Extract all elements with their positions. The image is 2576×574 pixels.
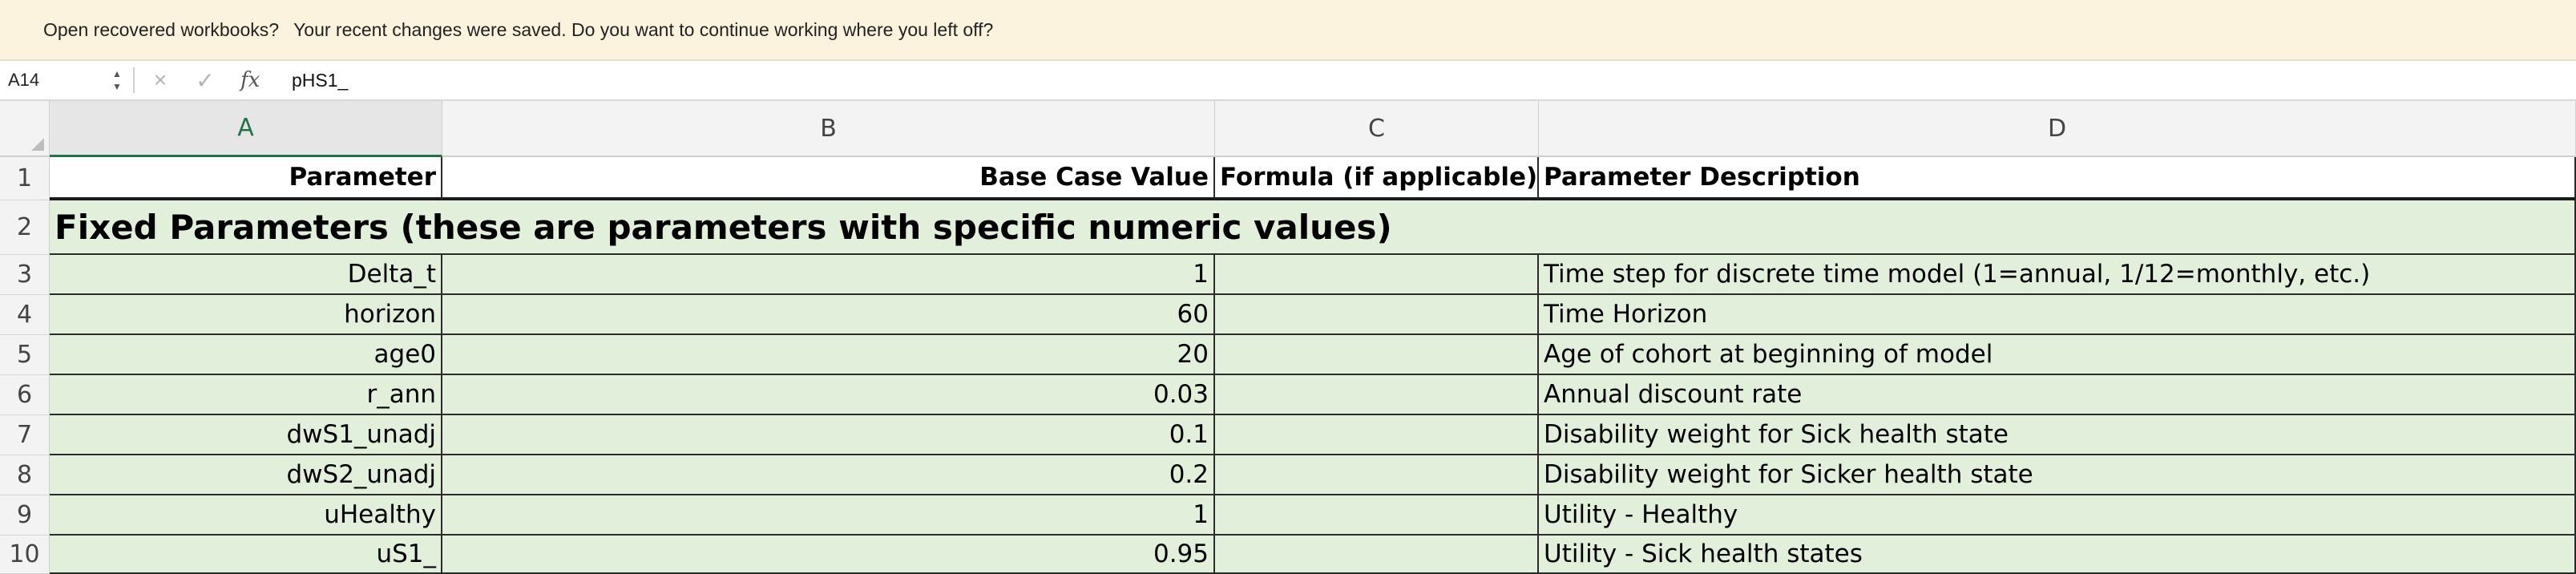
cell-b5[interactable]: 20 — [442, 335, 1215, 375]
row-header[interactable]: 10 — [0, 536, 50, 574]
section-title-cell[interactable]: Fixed Parameters (these are parameters w… — [50, 200, 2576, 255]
cell-d3[interactable]: Time step for discrete time model (1=ann… — [1539, 255, 2576, 295]
table-row: 10 uS1_ 0.95 Utility - Sick health state… — [0, 536, 2576, 574]
cell-d5[interactable]: Age of cohort at beginning of model — [1539, 335, 2576, 375]
cell-a4[interactable]: horizon — [50, 295, 442, 335]
table-row: 7 dwS1_unadj 0.1 Disability weight for S… — [0, 415, 2576, 455]
enter-icon[interactable]: ✓ — [191, 66, 220, 95]
cell-d6[interactable]: Annual discount rate — [1539, 375, 2576, 415]
cell-c3[interactable] — [1215, 255, 1539, 295]
cell-d7[interactable]: Disability weight for Sick health state — [1539, 415, 2576, 455]
row-header[interactable]: 5 — [0, 335, 50, 375]
cell-a7[interactable]: dwS1_unadj — [50, 415, 442, 455]
column-header-d[interactable]: D — [1539, 101, 2576, 157]
formula-bar-divider — [133, 67, 135, 93]
row-header[interactable]: 3 — [0, 255, 50, 295]
column-header-a[interactable]: A — [50, 101, 442, 157]
table-row: 1 Parameter Base Case Value Formula (if … — [0, 157, 2576, 200]
cell-a9[interactable]: uHealthy — [50, 495, 442, 536]
banner-title: Open recovered workbooks? — [43, 18, 280, 40]
cell-d8[interactable]: Disability weight for Sicker health stat… — [1539, 455, 2576, 495]
column-header-b[interactable]: B — [442, 101, 1215, 157]
cell-a8[interactable]: dwS2_unadj — [50, 455, 442, 495]
cell-b7[interactable]: 0.1 — [442, 415, 1215, 455]
cell-b3[interactable]: 1 — [442, 255, 1215, 295]
cell-c10[interactable] — [1215, 536, 1539, 574]
name-box-value: A14 — [8, 70, 40, 90]
insert-function-icon[interactable]: fx — [240, 66, 260, 95]
row-header[interactable]: 1 — [0, 157, 50, 200]
row-header[interactable]: 8 — [0, 455, 50, 495]
table-row: 3 Delta_t 1 Time step for discrete time … — [0, 255, 2576, 295]
row-header[interactable]: 6 — [0, 375, 50, 415]
cell-c7[interactable] — [1215, 415, 1539, 455]
banner-message: Your recent changes were saved. Do you w… — [293, 18, 994, 40]
cell-d1[interactable]: Parameter Description — [1539, 157, 2576, 200]
cell-d10[interactable]: Utility - Sick health states — [1539, 536, 2576, 574]
table-row: 2 Fixed Parameters (these are parameters… — [0, 200, 2576, 255]
cell-a6[interactable]: r_ann — [50, 375, 442, 415]
cell-b10[interactable]: 0.95 — [442, 536, 1215, 574]
table-row: 9 uHealthy 1 Utility - Healthy — [0, 495, 2576, 536]
name-box[interactable]: A14 ▲ ▼ — [0, 64, 125, 96]
table-row: 4 horizon 60 Time Horizon — [0, 295, 2576, 335]
cell-b6[interactable]: 0.03 — [442, 375, 1215, 415]
row-header[interactable]: 7 — [0, 415, 50, 455]
cell-a10[interactable]: uS1_ — [50, 536, 442, 574]
cell-a5[interactable]: age0 — [50, 335, 442, 375]
cell-c4[interactable] — [1215, 295, 1539, 335]
select-all-button[interactable] — [0, 101, 50, 157]
table-row: 5 age0 20 Age of cohort at beginning of … — [0, 335, 2576, 375]
recovery-banner: Open recovered workbooks? Your recent ch… — [0, 0, 2576, 61]
cell-b8[interactable]: 0.2 — [442, 455, 1215, 495]
cell-b4[interactable]: 60 — [442, 295, 1215, 335]
cell-d9[interactable]: Utility - Healthy — [1539, 495, 2576, 536]
formula-bar: A14 ▲ ▼ × ✓ fx pHS1_ — [0, 61, 2576, 101]
row-header[interactable]: 9 — [0, 495, 50, 536]
name-box-dropdown-icon[interactable]: ▲ ▼ — [109, 67, 125, 93]
cell-c9[interactable] — [1215, 495, 1539, 536]
cell-d4[interactable]: Time Horizon — [1539, 295, 2576, 335]
table-row: 6 r_ann 0.03 Annual discount rate — [0, 375, 2576, 415]
cell-c8[interactable] — [1215, 455, 1539, 495]
row-header[interactable]: 2 — [0, 200, 50, 255]
cell-b9[interactable]: 1 — [442, 495, 1215, 536]
cancel-icon[interactable]: × — [146, 66, 175, 95]
formula-input[interactable]: pHS1_ — [292, 66, 348, 95]
cell-c6[interactable] — [1215, 375, 1539, 415]
cell-a3[interactable]: Delta_t — [50, 255, 442, 295]
cell-a1[interactable]: Parameter — [50, 157, 442, 200]
cell-c1[interactable]: Formula (if applicable) — [1215, 157, 1539, 200]
cell-b1[interactable]: Base Case Value — [442, 157, 1215, 200]
cell-c5[interactable] — [1215, 335, 1539, 375]
table-row: 8 dwS2_unadj 0.2 Disability weight for S… — [0, 455, 2576, 495]
row-header[interactable]: 4 — [0, 295, 50, 335]
column-header-c[interactable]: C — [1215, 101, 1539, 157]
